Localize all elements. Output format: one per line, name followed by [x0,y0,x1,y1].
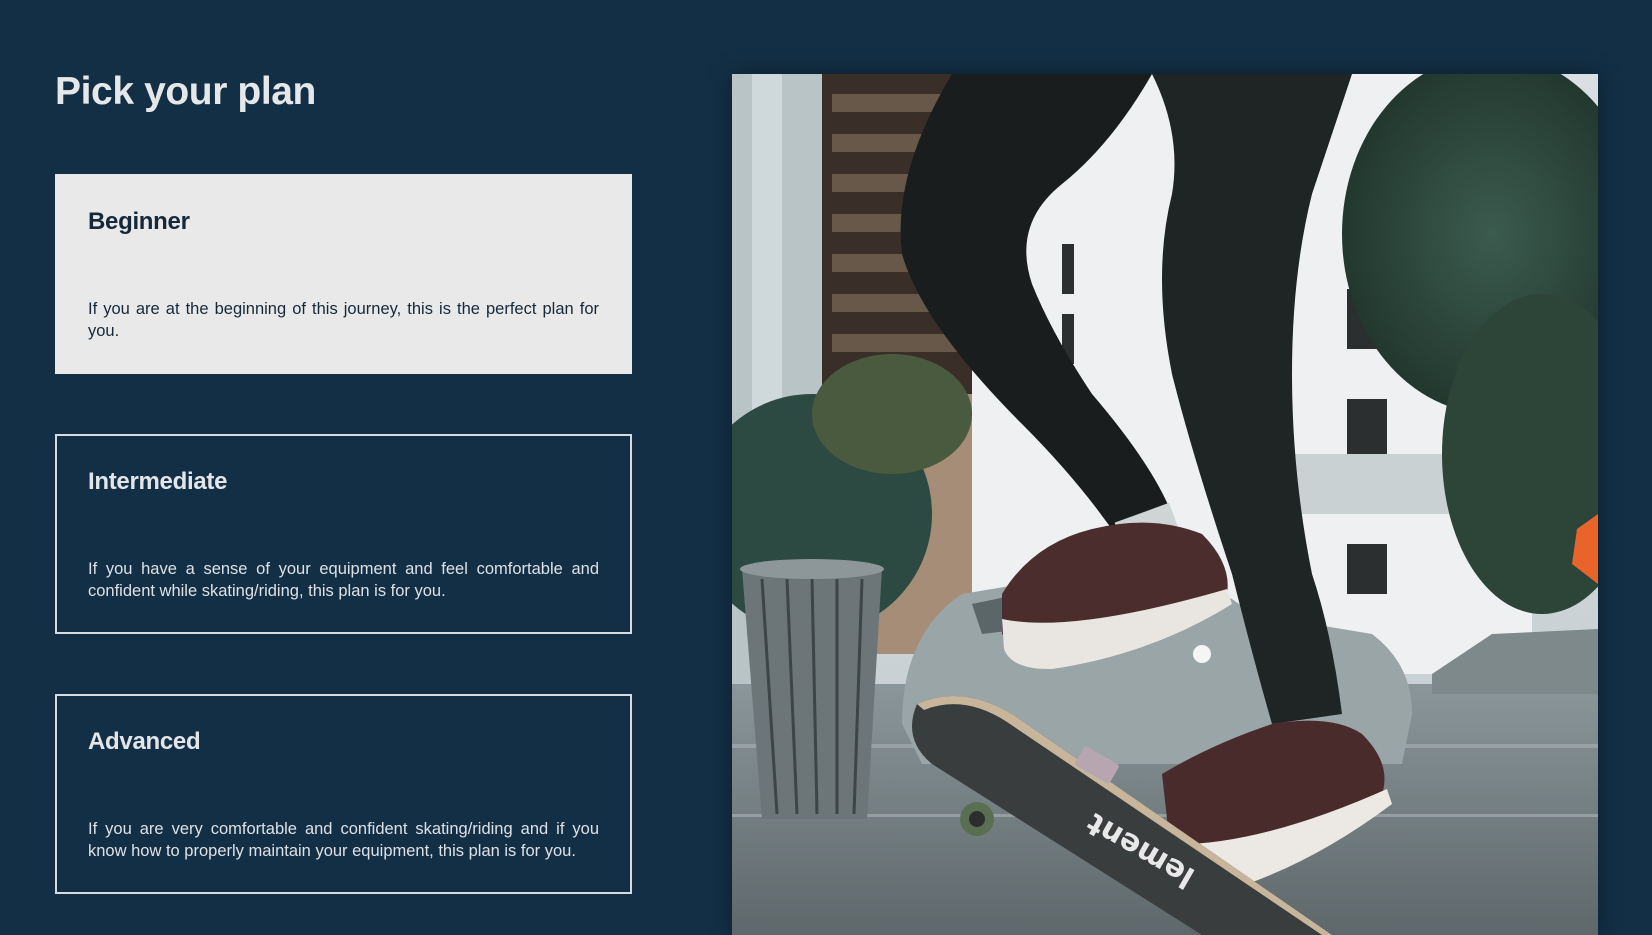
plan-card-beginner[interactable]: Beginner If you are at the beginning of … [55,174,632,374]
plan-name: Intermediate [88,468,228,495]
plan-name: Beginner [88,208,190,235]
skateboarder-photo: lement [732,74,1598,935]
page-title: Pick your plan [55,70,316,113]
plan-card-intermediate[interactable]: Intermediate If you have a sense of your… [55,434,632,634]
plan-description: If you have a sense of your equipment an… [88,560,599,600]
skateboarder-illustration: lement [732,74,1598,935]
plan-description: If you are at the beginning of this jour… [88,300,599,340]
plan-name: Advanced [88,728,201,755]
plan-card-advanced[interactable]: Advanced If you are very comfortable and… [55,694,632,894]
plan-description: If you are very comfortable and confiden… [88,820,599,860]
